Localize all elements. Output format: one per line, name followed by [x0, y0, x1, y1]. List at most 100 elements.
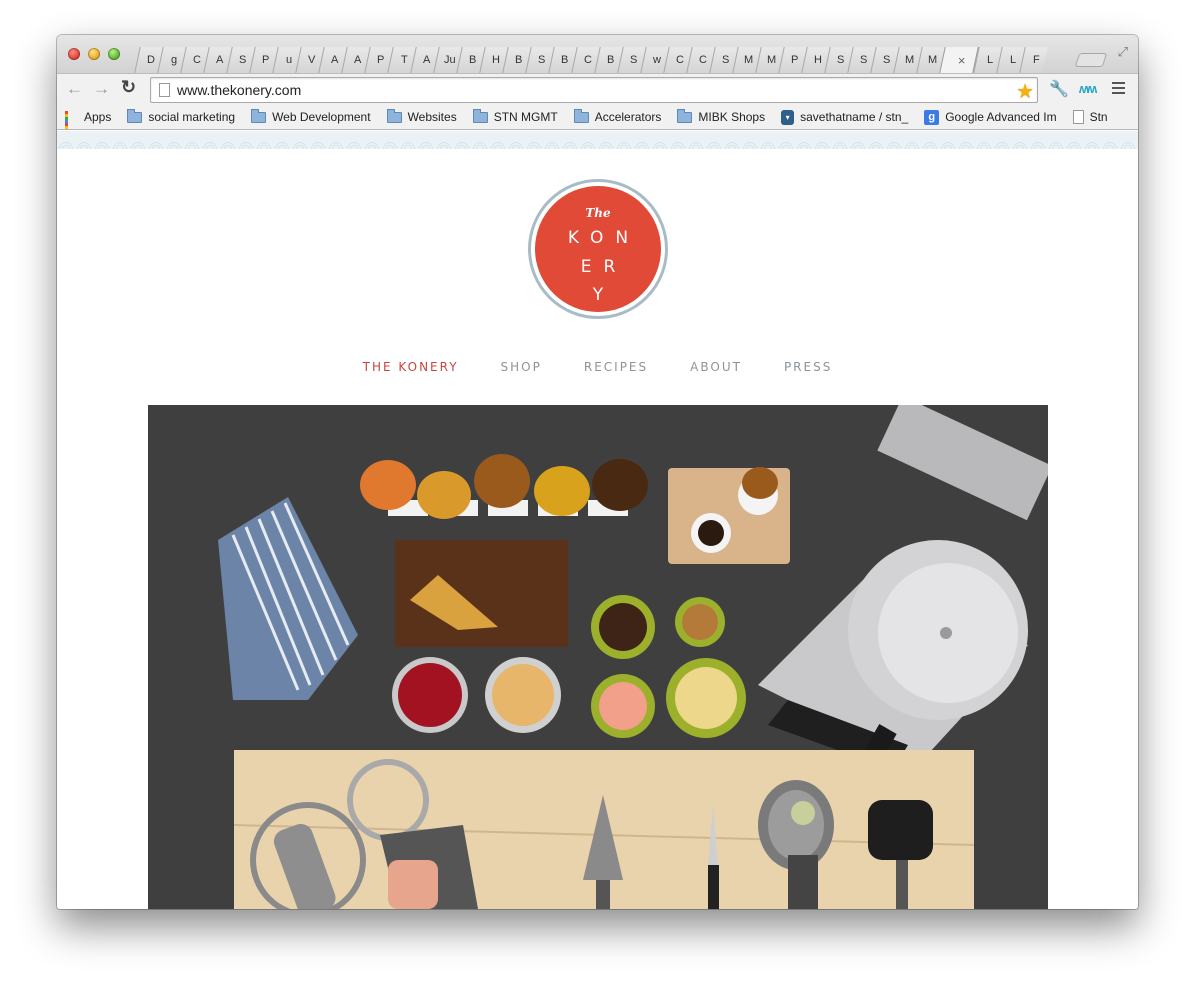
url-text[interactable]: www.thekonery.com — [177, 82, 301, 98]
kitchen-flatlay-illustration — [148, 405, 1048, 909]
new-tab-button[interactable] — [1074, 53, 1108, 67]
bookmark-item[interactable]: Accelerators — [573, 108, 662, 124]
bookmark-item[interactable]: MIBK Shops — [677, 108, 766, 124]
tabs: Dg C A S Pu V A A P T A Ju B H B S B C B Sw C C S M M P H S S S M M × L L F — [134, 47, 1048, 73]
bookmark-label: Google Advanced Im — [945, 110, 1057, 124]
bookmark-item[interactable]: Apps — [65, 110, 112, 129]
zoom-window-button[interactable] — [108, 48, 120, 60]
google-icon: g — [924, 109, 940, 125]
bookmark-item[interactable]: Websites — [386, 108, 457, 124]
tab-title: M — [905, 54, 915, 66]
bookmarks-bar: Apps social marketing Web Development Websi… — [57, 105, 1138, 130]
forward-arrow-icon[interactable]: → — [93, 79, 110, 99]
bookmark-label: STN MGMT — [493, 110, 558, 124]
logo-line-2: ER — [580, 257, 628, 277]
tab-title: S — [722, 54, 730, 66]
tab-title: g — [170, 54, 178, 66]
fullscreen-icon[interactable]: ⤢ — [1118, 44, 1128, 60]
tab-title: V — [308, 54, 316, 66]
browser-tab[interactable]: F — [1019, 47, 1048, 73]
tab-title: S — [239, 54, 247, 66]
tab-title: B — [469, 54, 477, 66]
document-icon — [1072, 110, 1084, 124]
tab-title: S — [860, 54, 868, 66]
menu-icon[interactable] — [1112, 82, 1125, 97]
browser-toolbar: ← → ↻ www.thekonery.com ★ 🔧 ʍʍ — [57, 73, 1138, 105]
folder-icon — [573, 108, 589, 123]
tab-title: w — [653, 54, 661, 66]
tab-title: A — [354, 54, 362, 66]
bookmark-label: Web Development — [272, 110, 371, 124]
bookmark-item[interactable]: STN MGMT — [472, 108, 558, 124]
nav-link-press[interactable]: PRESS — [784, 360, 832, 374]
bookmark-item[interactable]: Stn — [1072, 110, 1108, 124]
bookmark-item[interactable]: Web Development — [251, 108, 371, 124]
bookmark-star-icon[interactable]: ★ — [1016, 79, 1034, 104]
nav-link-about[interactable]: ABOUT — [690, 360, 742, 374]
tab-title: P — [377, 54, 385, 66]
konery-logo[interactable]: The KON ER Y — [528, 179, 668, 319]
bookmark-label: Accelerators — [594, 110, 662, 124]
decorative-pattern-border — [57, 131, 1138, 149]
bookmark-item[interactable]: ▾ savethatname / stn_ — [781, 109, 909, 125]
tab-title: A — [423, 54, 431, 66]
apps-grid-icon — [65, 110, 78, 129]
folder-icon — [472, 108, 488, 123]
logo-the-text: The — [585, 206, 611, 220]
nav-link-shop[interactable]: SHOP — [501, 360, 542, 374]
back-arrow-icon[interactable]: ← — [66, 79, 83, 99]
bookmark-label: savethatname / stn_ — [800, 110, 909, 124]
extension-icon[interactable]: ʍʍ — [1079, 81, 1097, 96]
tab-title: L — [986, 54, 994, 66]
tab-title: M — [928, 54, 938, 66]
bookmark-item[interactable]: g Google Advanced Im — [924, 109, 1057, 125]
bookmark-label: social marketing — [148, 110, 236, 124]
reload-icon[interactable]: ↻ — [121, 77, 136, 98]
tab-title: F — [1032, 54, 1040, 66]
tab-title: S — [883, 54, 891, 66]
bookmark-label: Stn — [1089, 110, 1108, 124]
page-icon — [159, 83, 170, 97]
folder-icon — [386, 108, 402, 123]
tab-title: A — [216, 54, 224, 66]
tab-title: A — [331, 54, 339, 66]
tab-title: B — [607, 54, 615, 66]
tab-title: L — [1009, 54, 1017, 66]
tab-title: Ju — [444, 54, 456, 66]
tab-title: M — [767, 54, 777, 66]
tab-strip: Dg C A S Pu V A A P T A Ju B H B S B C B Sw C C S M M P H S S S M M × L L F… — [57, 35, 1138, 73]
tab-title: P — [791, 54, 799, 66]
logo-badge: The KON ER Y — [535, 186, 661, 312]
folder-icon — [677, 108, 693, 123]
tab-title: C — [676, 54, 684, 66]
folder-icon — [251, 108, 267, 123]
tab-title: D — [147, 54, 155, 66]
bookmark-item[interactable]: social marketing — [127, 108, 236, 124]
logo-line-3: Y — [592, 285, 616, 305]
tab-title: u — [285, 54, 293, 66]
nav-link-recipes[interactable]: RECIPES — [584, 360, 648, 374]
close-tab-icon[interactable]: × — [952, 53, 966, 68]
address-bar[interactable]: www.thekonery.com ★ — [150, 77, 1038, 103]
tab-title: S — [630, 54, 638, 66]
tab-title: B — [561, 54, 569, 66]
tab-title: C — [193, 54, 201, 66]
tab-title: P — [262, 54, 270, 66]
tab-title: S — [837, 54, 845, 66]
nav-link-the-konery[interactable]: THE KONERY — [363, 360, 459, 374]
close-window-button[interactable] — [68, 48, 80, 60]
page-viewport: The KON ER Y THE KONERY SHOP RECIPES ABOUT P… — [57, 131, 1138, 909]
tab-title: M — [744, 54, 754, 66]
browser-window: Dg C A S Pu V A A P T A Ju B H B S B C B Sw C C S M M P H S S S M M × L L F… — [57, 35, 1138, 909]
site-nav: THE KONERY SHOP RECIPES ABOUT PRESS — [57, 360, 1138, 374]
active-tab[interactable]: × — [939, 47, 979, 73]
logo-line-1: KON — [567, 228, 641, 248]
tab-title: S — [538, 54, 546, 66]
folder-icon — [127, 108, 143, 123]
wrench-icon[interactable]: 🔧 — [1049, 79, 1069, 99]
bookmark-label: Apps — [84, 110, 112, 124]
tab-title: C — [699, 54, 707, 66]
tab-title: H — [814, 54, 822, 66]
bookmark-label: MIBK Shops — [698, 110, 766, 124]
minimize-window-button[interactable] — [88, 48, 100, 60]
